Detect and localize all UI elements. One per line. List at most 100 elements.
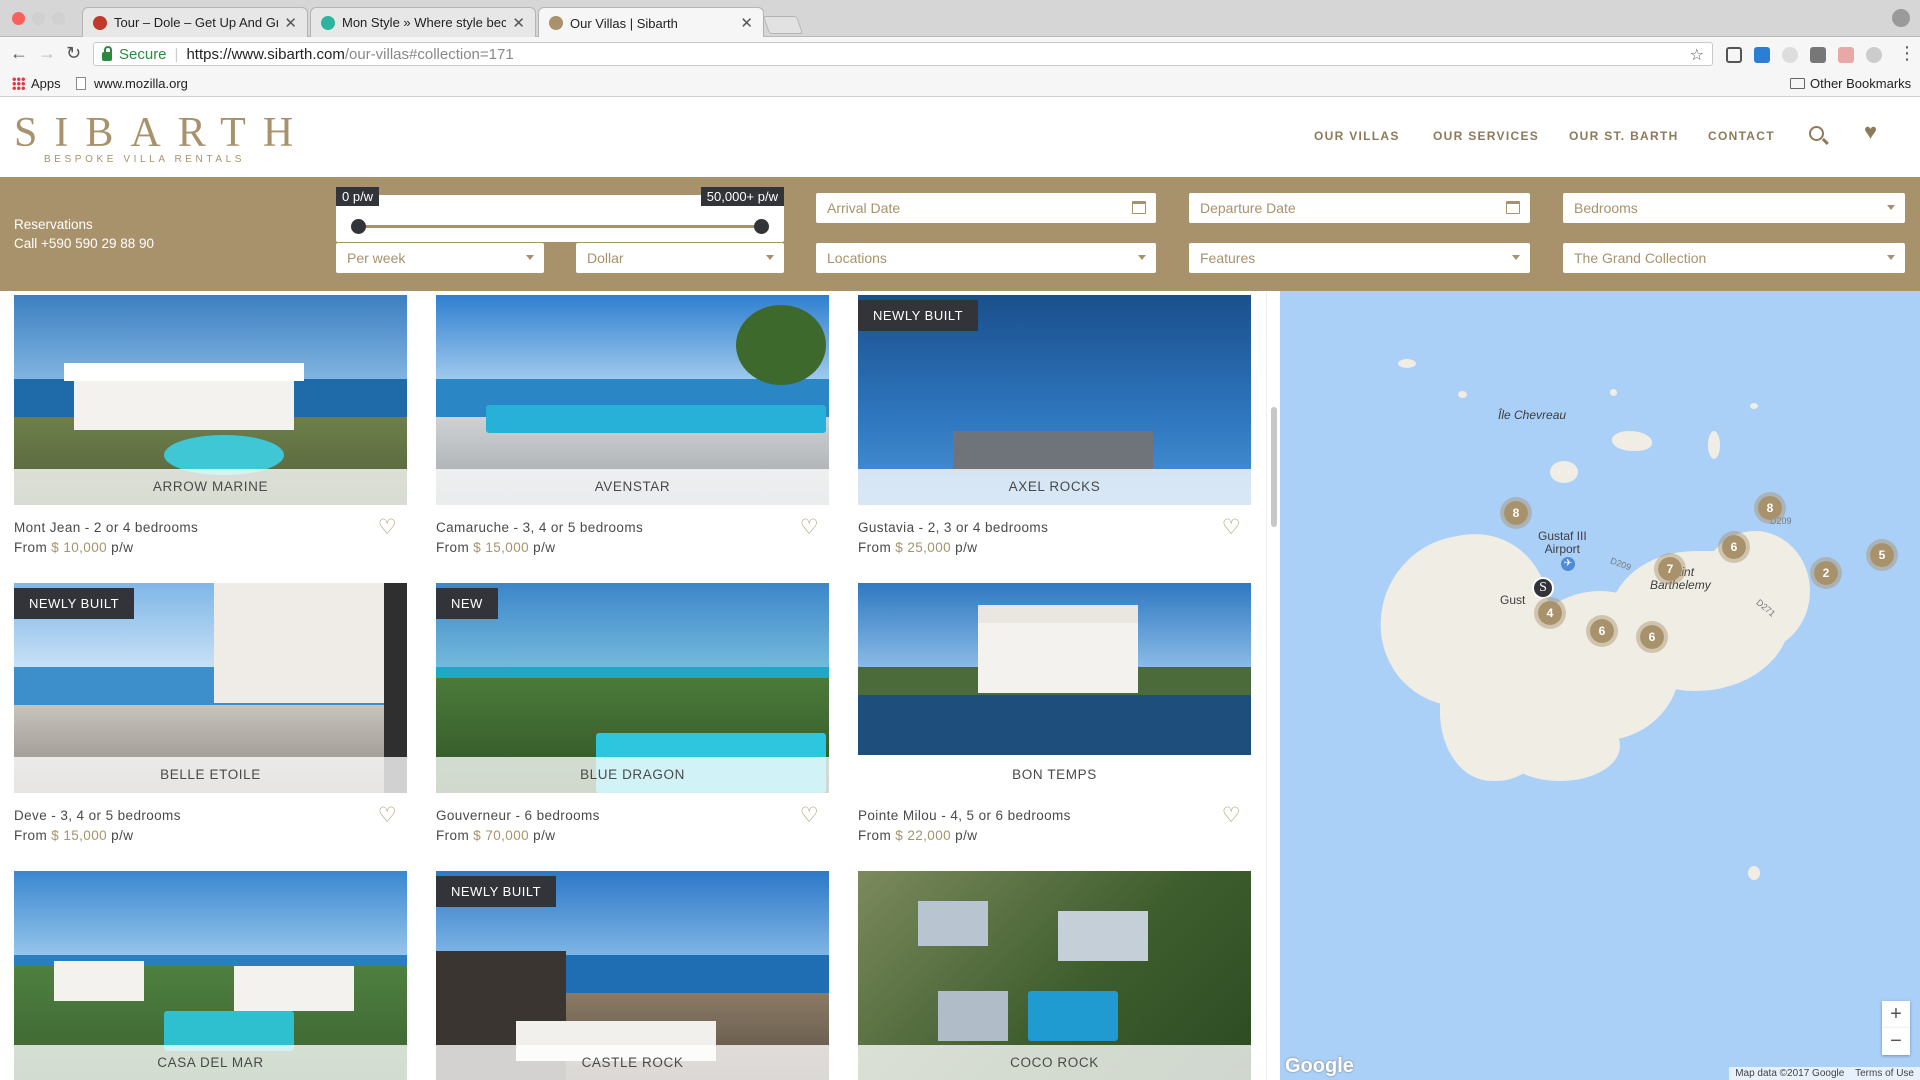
slider-max-handle[interactable] xyxy=(754,219,769,234)
price-prefix: From xyxy=(858,828,892,843)
nav-contact[interactable]: CONTACT xyxy=(1708,129,1775,143)
villa-photo[interactable]: CASA DEL MAR xyxy=(14,871,407,1080)
terms-of-use-link[interactable]: Terms of Use xyxy=(1855,1068,1914,1079)
bookmark-star-icon[interactable]: ☆ xyxy=(1690,45,1704,65)
villa-card-casa-del-mar[interactable]: CASA DEL MAR xyxy=(14,871,407,1080)
calendar-extension-icon[interactable] xyxy=(1754,47,1770,63)
villa-card-coco-rock[interactable]: COCO ROCK xyxy=(858,871,1251,1080)
favorite-heart-icon[interactable]: ♡ xyxy=(800,805,819,826)
close-tab-icon[interactable]: ✕ xyxy=(284,14,297,32)
bookmarks-bar: Apps www.mozilla.org Other Bookmarks xyxy=(0,71,1920,97)
new-tab-button[interactable] xyxy=(762,16,804,34)
nav-our-services[interactable]: OUR SERVICES xyxy=(1433,129,1539,143)
reader-extension-icon[interactable] xyxy=(1726,47,1742,63)
collection-select[interactable]: The Grand Collection xyxy=(1563,243,1905,273)
browser-tab-mon-style[interactable]: Mon Style » Where style beco ✕ xyxy=(310,7,536,37)
villa-photo[interactable]: NEWLY BUILT CASTLE ROCK xyxy=(436,871,829,1080)
villa-photo[interactable]: AVENSTAR xyxy=(436,295,829,505)
nav-our-st-barth[interactable]: OUR ST. BARTH xyxy=(1569,129,1679,143)
villa-photo[interactable]: NEWLY BUILT BELLE ETOILE xyxy=(14,583,407,793)
map-data-text: Map data ©2017 Google xyxy=(1735,1068,1845,1079)
bookmark-mozilla[interactable]: www.mozilla.org xyxy=(76,76,188,91)
price-suffix: p/w xyxy=(533,540,556,555)
villa-photo[interactable]: ARROW MARINE xyxy=(14,295,407,505)
islet xyxy=(1398,359,1416,368)
zoom-in-button[interactable]: + xyxy=(1882,1001,1910,1028)
islet xyxy=(1612,431,1652,451)
price-range-slider[interactable]: 0 p/w 50,000+ p/w xyxy=(336,187,784,242)
map-cluster-marker[interactable]: 6 xyxy=(1718,531,1750,563)
menu-kebab-icon[interactable]: ⋮ xyxy=(1898,43,1916,64)
villa-card-castle-rock[interactable]: NEWLY BUILT CASTLE ROCK xyxy=(436,871,829,1080)
shield-extension-icon[interactable] xyxy=(1810,47,1826,63)
favorite-heart-icon[interactable]: ♡ xyxy=(1222,805,1241,826)
favorite-heart-icon[interactable]: ♡ xyxy=(378,805,397,826)
departure-date-placeholder: Departure Date xyxy=(1200,200,1296,216)
map-cluster-marker[interactable]: 7 xyxy=(1654,553,1686,585)
map-cluster-marker[interactable]: 8 xyxy=(1754,492,1786,524)
address-bar[interactable]: Secure | https://www.sibarth.com /our-vi… xyxy=(93,42,1713,66)
minimize-window-button[interactable] xyxy=(32,12,45,25)
villa-photo[interactable]: NEW BLUE DRAGON xyxy=(436,583,829,793)
locations-select[interactable]: Locations xyxy=(816,243,1156,273)
dot-extension-icon[interactable] xyxy=(1866,47,1882,63)
search-icon[interactable] xyxy=(1809,126,1824,141)
map-cluster-marker[interactable]: 4 xyxy=(1534,597,1566,629)
map-cluster-marker[interactable]: 6 xyxy=(1636,621,1668,653)
profile-icon[interactable] xyxy=(1892,9,1910,27)
villa-card-belle-etoile[interactable]: NEWLY BUILT BELLE ETOILE Deve - 3, 4 or … xyxy=(14,583,407,846)
villa-info: Gustavia - 2, 3 or 4 bedrooms From $ 25,… xyxy=(858,517,1251,558)
browser-tab-dole[interactable]: Tour – Dole – Get Up And Grow ✕ xyxy=(82,7,308,37)
close-tab-icon[interactable]: ✕ xyxy=(512,14,525,32)
bedrooms-select[interactable]: Bedrooms xyxy=(1563,193,1905,223)
period-select[interactable]: Per week xyxy=(336,243,544,273)
villa-photo[interactable]: BON TEMPS xyxy=(858,583,1251,793)
puzzle-extension-icon[interactable] xyxy=(1782,47,1798,63)
close-tab-icon[interactable]: ✕ xyxy=(740,14,753,32)
sibarth-office-pin-icon[interactable]: S xyxy=(1532,577,1554,599)
villa-card-blue-dragon[interactable]: NEW BLUE DRAGON Gouverneur - 6 bedrooms … xyxy=(436,583,829,846)
villa-photo[interactable]: NEWLY BUILT AXEL ROCKS xyxy=(858,295,1251,505)
arrival-date-field[interactable]: Arrival Date xyxy=(816,193,1156,223)
villa-card-avenstar[interactable]: AVENSTAR Camaruche - 3, 4 or 5 bedrooms … xyxy=(436,295,829,558)
favorites-heart-icon[interactable]: ♥ xyxy=(1864,119,1877,145)
villa-badge: NEWLY BUILT xyxy=(858,300,979,331)
zoom-out-button[interactable]: − xyxy=(1882,1028,1910,1055)
villa-name: AXEL ROCKS xyxy=(858,469,1251,505)
features-select[interactable]: Features xyxy=(1189,243,1530,273)
slider-track[interactable] xyxy=(358,225,763,228)
forward-arrow-icon[interactable]: → xyxy=(38,43,56,64)
browser-tab-sibarth[interactable]: Our Villas | Sibarth ✕ xyxy=(538,7,764,38)
reload-icon[interactable]: ↻ xyxy=(66,43,81,64)
map-cluster-marker[interactable]: 6 xyxy=(1586,615,1618,647)
scrollbar-thumb[interactable] xyxy=(1271,407,1277,527)
favorite-heart-icon[interactable]: ♡ xyxy=(800,517,819,538)
villa-info: Camaruche - 3, 4 or 5 bedrooms From $ 15… xyxy=(436,517,829,558)
villa-map[interactable]: Île Chevreau Gustaf III Airport Saint Ba… xyxy=(1280,291,1920,1080)
bookmark-mozilla-label: www.mozilla.org xyxy=(94,76,188,91)
villa-photo[interactable]: COCO ROCK xyxy=(858,871,1251,1080)
map-cluster-marker[interactable]: 2 xyxy=(1810,557,1842,589)
bookmark-apps[interactable]: Apps xyxy=(12,76,61,91)
slider-min-handle[interactable] xyxy=(351,219,366,234)
feather-extension-icon[interactable] xyxy=(1838,47,1854,63)
back-arrow-icon[interactable]: ← xyxy=(10,43,28,64)
nav-our-villas[interactable]: OUR VILLAS xyxy=(1314,129,1400,143)
map-cluster-marker[interactable]: 5 xyxy=(1866,539,1898,571)
map-cluster-marker[interactable]: 8 xyxy=(1500,497,1532,529)
maximize-window-button[interactable] xyxy=(52,12,65,25)
favorite-heart-icon[interactable]: ♡ xyxy=(1222,517,1241,538)
currency-select[interactable]: Dollar xyxy=(576,243,784,273)
departure-date-field[interactable]: Departure Date xyxy=(1189,193,1530,223)
map-attribution: Map data ©2017 Google Terms of Use xyxy=(1729,1067,1920,1080)
reservations-phone[interactable]: Call +590 590 29 88 90 xyxy=(14,234,154,253)
villa-card-arrow-marine[interactable]: ARROW MARINE Mont Jean - 2 or 4 bedrooms… xyxy=(14,295,407,558)
villa-card-axel-rocks[interactable]: NEWLY BUILT AXEL ROCKS Gustavia - 2, 3 o… xyxy=(858,295,1251,558)
other-bookmarks[interactable]: Other Bookmarks xyxy=(1790,76,1911,91)
listings-scrollbar[interactable] xyxy=(1266,291,1280,1080)
site-logo[interactable]: SIBARTH xyxy=(14,109,310,157)
favorite-heart-icon[interactable]: ♡ xyxy=(378,517,397,538)
close-window-button[interactable] xyxy=(12,12,25,25)
villa-card-bon-temps[interactable]: BON TEMPS Pointe Milou - 4, 5 or 6 bedro… xyxy=(858,583,1251,846)
villa-bedrooms: 2 or 4 bedrooms xyxy=(93,520,199,535)
